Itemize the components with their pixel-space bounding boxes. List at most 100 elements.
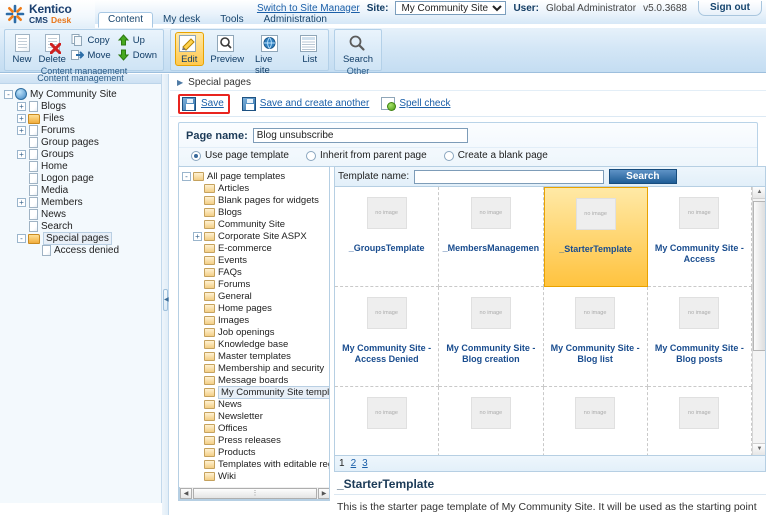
content-tree-node[interactable]: + Members	[4, 196, 161, 208]
template-category-node[interactable]: Events	[182, 254, 329, 266]
template-category-node[interactable]: + Corporate Site ASPX	[182, 230, 329, 242]
radio-inherit-from-parent[interactable]: Inherit from parent page	[305, 150, 427, 161]
template-card[interactable]: no image	[335, 387, 440, 455]
template-card[interactable]: no image	[544, 387, 648, 455]
save-and-create-another-link[interactable]: Save and create another	[260, 98, 370, 109]
template-category-node[interactable]: Membership and security	[182, 362, 329, 374]
template-category-node[interactable]: E-commerce	[182, 242, 329, 254]
content-tree-node[interactable]: + Blogs	[4, 100, 161, 112]
content-tree-node[interactable]: - My Community Site	[4, 88, 161, 100]
template-category-node[interactable]: Blank pages for widgets	[182, 194, 329, 206]
tab-tools[interactable]: Tools	[210, 12, 253, 27]
template-card[interactable]: no image	[648, 387, 752, 455]
move-button[interactable]: Move	[69, 48, 112, 62]
content-tree-node[interactable]: Logon page	[4, 172, 161, 184]
template-category-node[interactable]: Wiki	[182, 470, 329, 482]
spell-check-link[interactable]: Spell check	[399, 98, 450, 109]
scroll-down-icon[interactable]: ▼	[753, 443, 765, 455]
collapse-icon[interactable]: -	[182, 171, 191, 181]
list-button[interactable]: List	[295, 32, 324, 66]
content-tree-node[interactable]: Media	[4, 184, 161, 196]
collapse-icon[interactable]: -	[4, 89, 13, 99]
template-category-node[interactable]: Newsletter	[182, 410, 329, 422]
template-category-node[interactable]: - All page templates	[182, 170, 329, 182]
live-site-button[interactable]: Live site	[251, 32, 291, 77]
template-category-node[interactable]: Message boards	[182, 374, 329, 386]
template-category-node[interactable]: Templates with editable regio	[182, 458, 329, 470]
template-card[interactable]: no image My Community Site - Access	[647, 187, 752, 287]
save-link[interactable]: Save	[201, 98, 224, 109]
content-tree-node[interactable]: Search	[4, 220, 161, 232]
save-action[interactable]: Save	[178, 93, 230, 114]
template-category-node[interactable]: Press releases	[182, 434, 329, 446]
search-button[interactable]: Search	[339, 32, 377, 66]
tab-my-desk[interactable]: My desk	[153, 12, 210, 27]
content-tree-node[interactable]: Group pages	[4, 136, 161, 148]
template-category-node[interactable]: Images	[182, 314, 329, 326]
pager-page-3[interactable]: 3	[362, 458, 368, 469]
content-tree-node[interactable]: + Forums	[4, 124, 161, 136]
new-button[interactable]: New	[9, 32, 35, 66]
template-category-node[interactable]: Knowledge base	[182, 338, 329, 350]
expand-icon[interactable]: +	[17, 197, 26, 207]
copy-button[interactable]: Copy	[69, 33, 112, 47]
template-category-node[interactable]: Master templates	[182, 350, 329, 362]
template-card[interactable]: no image _StarterTemplate	[543, 187, 648, 287]
splitter-collapse-handle[interactable]: ◀	[163, 289, 169, 311]
content-tree-node[interactable]: News	[4, 208, 161, 220]
expand-icon[interactable]: +	[17, 101, 26, 111]
expand-icon[interactable]: +	[17, 125, 26, 135]
vscroll-thumb[interactable]	[753, 201, 765, 351]
template-category-node[interactable]: My Community Site templates	[182, 385, 329, 399]
scroll-up-icon[interactable]: ▲	[753, 187, 765, 199]
up-button[interactable]: Up	[115, 33, 159, 47]
template-card[interactable]: no image My Community Site - Blog list	[543, 287, 648, 387]
expand-icon[interactable]: +	[193, 231, 202, 241]
template-grid-vscrollbar[interactable]: ▲ ▼	[752, 187, 765, 455]
pager-page-1[interactable]: 1	[339, 458, 345, 469]
expand-icon[interactable]: +	[17, 149, 26, 159]
content-tree-node[interactable]: Home	[4, 160, 161, 172]
delete-button[interactable]: Delete	[37, 32, 67, 66]
save-and-create-another-action[interactable]: Save and create another	[241, 96, 370, 111]
template-category-node[interactable]: FAQs	[182, 266, 329, 278]
template-category-node[interactable]: News	[182, 398, 329, 410]
switch-to-site-manager-link[interactable]: Switch to Site Manager	[257, 3, 360, 14]
template-category-node[interactable]: Articles	[182, 182, 329, 194]
content-tree-node[interactable]: + Groups	[4, 148, 161, 160]
template-category-node[interactable]: Forums	[182, 278, 329, 290]
template-card[interactable]: no image My Community Site - Blog creatio…	[439, 287, 544, 387]
template-tree-hscrollbar[interactable]: ◀ ⋮ ▶	[179, 487, 329, 500]
template-card[interactable]: no image _GroupsTemplate	[335, 187, 440, 287]
panel-splitter[interactable]: ◀	[162, 74, 169, 515]
template-category-node[interactable]: Job openings	[182, 326, 329, 338]
template-name-input[interactable]	[414, 169, 605, 184]
template-category-node[interactable]: Products	[182, 446, 329, 458]
scroll-right-icon[interactable]: ▶	[318, 487, 329, 499]
template-category-node[interactable]: Home pages	[182, 302, 329, 314]
down-button[interactable]: Down	[115, 48, 159, 62]
template-card[interactable]: no image My Community Site - Blog posts	[647, 287, 752, 387]
content-tree-node[interactable]: Access denied	[4, 244, 161, 256]
page-name-input[interactable]	[252, 128, 468, 143]
radio-use-page-template[interactable]: Use page template	[191, 150, 289, 161]
expand-icon[interactable]: +	[17, 113, 26, 123]
radio-create-blank-page[interactable]: Create a blank page	[443, 150, 548, 161]
template-search-button[interactable]: Search	[609, 169, 677, 184]
hscroll-thumb[interactable]: ⋮	[193, 487, 317, 499]
tab-content[interactable]: Content	[98, 12, 154, 28]
edit-button[interactable]: Edit	[175, 32, 204, 66]
template-category-node[interactable]: Offices	[182, 422, 329, 434]
template-card[interactable]: no image _MembersManagemen	[439, 187, 544, 287]
template-category-node[interactable]: Community Site	[182, 218, 329, 230]
preview-button[interactable]: Preview	[208, 32, 248, 66]
spell-check-action[interactable]: Spell check	[381, 97, 450, 111]
scroll-left-icon[interactable]: ◀	[180, 487, 192, 499]
sign-out-button[interactable]: Sign out	[698, 0, 762, 16]
template-card[interactable]: no image	[439, 387, 544, 455]
collapse-icon[interactable]: -	[17, 233, 26, 243]
pager-page-2[interactable]: 2	[351, 458, 357, 469]
template-card[interactable]: no image My Community Site - Access Denie…	[335, 287, 440, 387]
content-tree-node[interactable]: + Files	[4, 112, 161, 124]
content-tree-node[interactable]: - Special pages	[4, 231, 161, 245]
